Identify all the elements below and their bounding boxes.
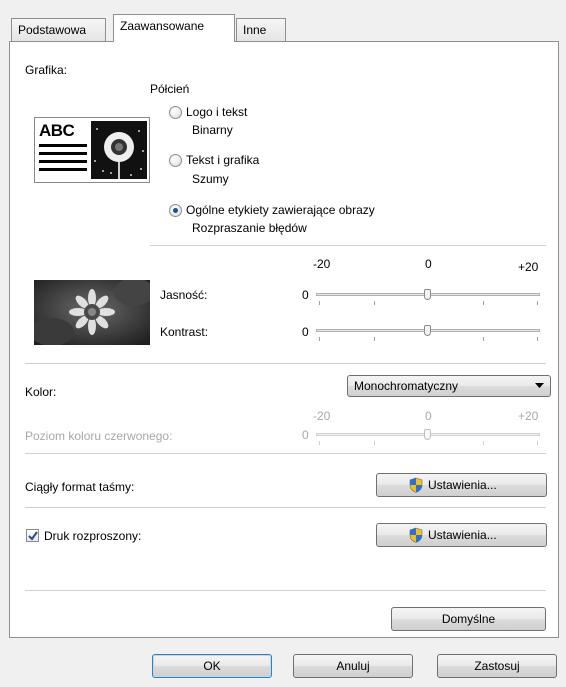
radio-text-graphics[interactable] [169, 154, 182, 167]
tick [374, 301, 375, 305]
radio-general-labels-subtitle: Rozpraszanie błędów [192, 221, 307, 235]
tick [537, 337, 538, 341]
radio-text-graphics-subtitle: Szumy [192, 172, 229, 186]
contrast-value: 0 [302, 325, 309, 339]
tick [374, 337, 375, 341]
apply-button-label: Zastosuj [474, 659, 520, 673]
radio-logo-text[interactable] [169, 106, 182, 119]
shield-icon [409, 527, 423, 543]
scale-min-label: -20 [313, 257, 331, 271]
radio-text-graphics-title: Tekst i grafika [186, 153, 260, 167]
tab-advanced[interactable]: Zaawansowane [113, 14, 235, 42]
tab-basic-label: Podstawowa [18, 23, 87, 37]
separator [25, 363, 546, 364]
tick [483, 301, 484, 305]
preview-line [39, 144, 87, 147]
red-level-slider-thumb[interactable] [424, 429, 431, 440]
halftone-label: Półcień [150, 82, 190, 96]
color-label: Kolor: [25, 385, 57, 399]
cancel-button[interactable]: Anuluj [293, 654, 413, 678]
tick [374, 441, 375, 445]
red-scale-max-label: +20 [518, 409, 539, 423]
preview-abc-text: ABC [39, 121, 75, 140]
tab-advanced-label: Zaawansowane [120, 19, 205, 33]
color-dropdown[interactable]: Monochromatyczny [347, 375, 551, 397]
checkmark-icon [28, 531, 38, 541]
preview-line [39, 160, 87, 163]
red-level-value: 0 [302, 428, 309, 442]
tick [537, 301, 538, 305]
chevron-down-icon [535, 383, 544, 388]
scale-mid-label: 0 [425, 257, 432, 271]
preview-flower-icon [91, 121, 147, 179]
distributed-print-checkbox[interactable] [26, 529, 39, 542]
distributed-settings-button-label: Ustawienia... [428, 528, 497, 542]
tick [483, 441, 484, 445]
separator [25, 453, 546, 454]
continuous-settings-button[interactable]: Ustawienia... [376, 473, 547, 497]
red-scale-mid-label: 0 [425, 409, 432, 423]
radio-logo-text-subtitle: Binarny [192, 123, 233, 137]
radio-logo-text-title: Logo i tekst [186, 105, 248, 119]
halftone-preview-image: ABC [34, 117, 150, 183]
tab-other-label: Inne [243, 23, 267, 37]
tick [483, 337, 484, 341]
distributed-settings-button[interactable]: Ustawienia... [376, 523, 547, 547]
brightness-slider-thumb[interactable] [424, 289, 431, 300]
scale-max-label: +20 [518, 260, 539, 274]
defaults-button-label: Domyślne [441, 612, 496, 626]
graphics-label: Grafika: [25, 63, 68, 77]
tick [537, 441, 538, 445]
defaults-button[interactable]: Domyślne [391, 607, 546, 631]
preview-line [39, 168, 87, 171]
continuous-settings-button-label: Ustawienia... [428, 478, 497, 492]
distributed-print-label: Druk rozproszony: [44, 529, 142, 543]
preview-line [39, 152, 87, 155]
cancel-button-label: Anuluj [336, 659, 370, 673]
tick [319, 337, 320, 341]
continuous-format-label: Ciągły format taśmy: [25, 480, 135, 494]
tick [319, 441, 320, 445]
advanced-panel: Grafika: Półcień ABC Logo i tekst Binarn… [9, 41, 559, 638]
ok-button-label: OK [203, 659, 221, 673]
tick [319, 301, 320, 305]
shield-icon [409, 477, 423, 493]
brightness-label: Jasność: [160, 288, 208, 302]
ok-button[interactable]: OK [152, 654, 272, 678]
tab-other[interactable]: Inne [236, 18, 286, 42]
contrast-slider-thumb[interactable] [424, 325, 431, 336]
radio-general-labels-title: Ogólne etykiety zawierające obrazy [186, 203, 375, 217]
contrast-label: Kontrast: [160, 325, 209, 339]
color-dropdown-value: Monochromatyczny [354, 379, 459, 393]
separator [25, 507, 546, 508]
sunflower-photo [34, 280, 150, 345]
apply-button[interactable]: Zastosuj [437, 654, 557, 678]
radio-general-labels[interactable] [169, 204, 182, 217]
separator [150, 245, 546, 246]
brightness-value: 0 [302, 288, 309, 302]
red-level-label: Poziom koloru czerwonego: [25, 429, 173, 443]
red-scale-min-label: -20 [313, 409, 331, 423]
separator [25, 590, 546, 591]
tab-basic[interactable]: Podstawowa [11, 18, 106, 42]
